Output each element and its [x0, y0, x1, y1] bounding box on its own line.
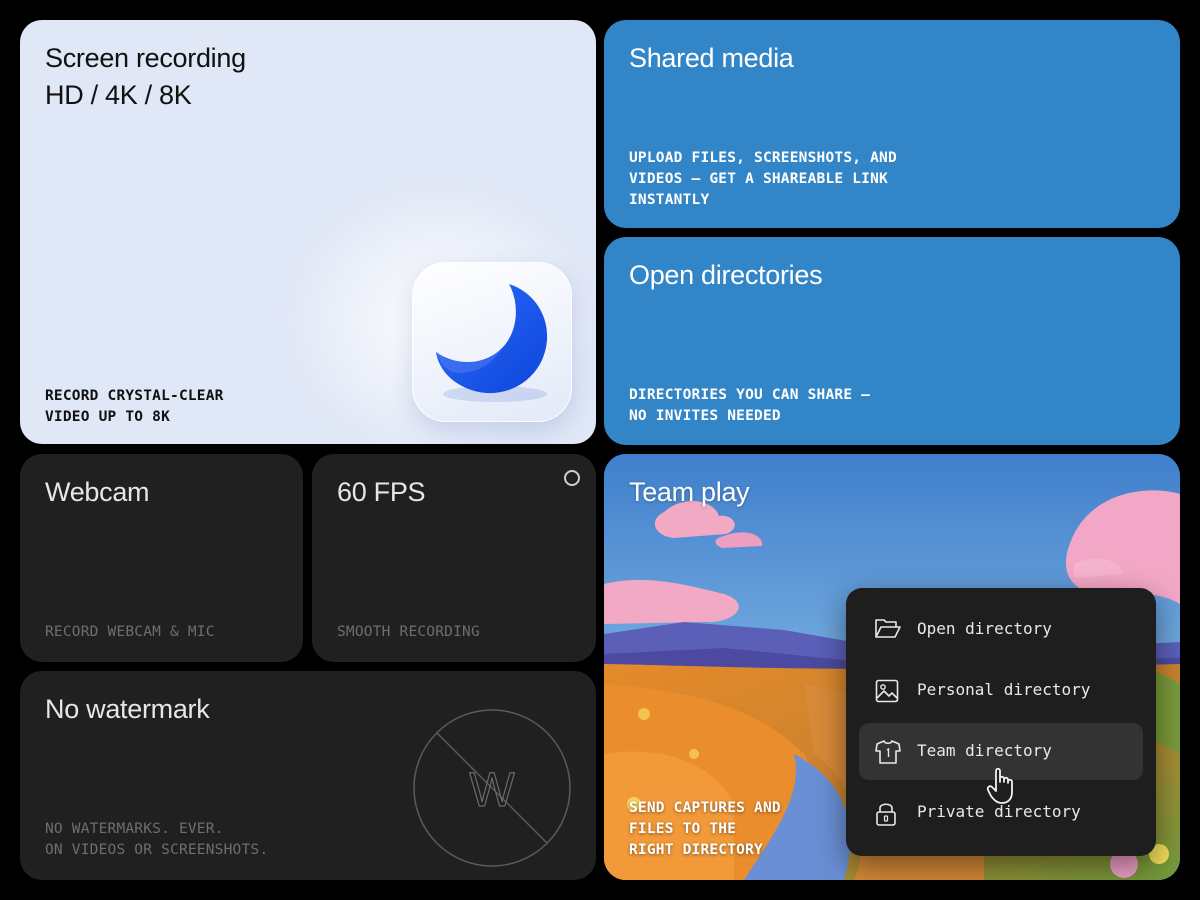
hand-pointer-icon [986, 767, 1013, 804]
no-watermark-card: No watermark NO WATERMARKS. EVER. ON VID… [20, 671, 596, 880]
app-icon [412, 262, 572, 422]
open-directories-description: DIRECTORIES YOU CAN SHARE — NO INVITES N… [629, 387, 871, 424]
webcam-card: Webcam RECORD WEBCAM & MIC [20, 454, 303, 662]
screen-recording-title: Screen recording HD / 4K / 8K [45, 43, 246, 110]
shared-media-card: Shared media UPLOAD FILES, SCREENSHOTS, … [604, 20, 1180, 228]
menu-item-label: Open directory [917, 619, 1052, 638]
directory-menu: Open directory Personal directory Team d… [846, 588, 1156, 856]
webcam-description: RECORD WEBCAM & MIC [45, 624, 215, 640]
fps-description: SMOOTH RECORDING [337, 624, 480, 640]
no-watermark-description: NO WATERMARKS. EVER. ON VIDEOS OR SCREEN… [45, 821, 269, 858]
menu-item-label: Personal directory [917, 680, 1091, 699]
menu-item-label: Team directory [917, 741, 1052, 760]
screen-recording-card: Screen recording HD / 4K / 8K RECORD CRY… [20, 20, 596, 444]
team-play-title: Team play [629, 477, 750, 507]
team-play-description: SEND CAPTURES AND FILES TO THE RIGHT DIR… [629, 800, 781, 858]
moon-icon [436, 284, 548, 402]
open-directories-title: Open directories [629, 260, 823, 290]
lock-icon [876, 803, 896, 826]
no-watermark-icon: W [413, 709, 571, 867]
screen-recording-description: RECORD CRYSTAL-CLEAR VIDEO UP TO 8K [45, 388, 224, 425]
image-icon [875, 679, 899, 703]
webcam-title: Webcam [45, 477, 150, 507]
fps-card: 60 FPS SMOOTH RECORDING [312, 454, 596, 662]
menu-item-open-directory[interactable]: Open directory [859, 601, 1143, 658]
shirt-icon [875, 740, 901, 764]
shared-media-description: UPLOAD FILES, SCREENSHOTS, AND VIDEOS — … [629, 150, 897, 208]
no-watermark-title: No watermark [45, 694, 210, 724]
record-indicator-icon [564, 470, 580, 486]
watermark-letter: W [469, 764, 515, 817]
shared-media-title: Shared media [629, 43, 794, 73]
folder-open-icon [875, 619, 901, 638]
fps-title: 60 FPS [337, 477, 426, 507]
team-play-card: Team play SEND CAPTURES AND FILES TO THE… [604, 454, 1180, 880]
menu-item-personal-directory[interactable]: Personal directory [859, 662, 1143, 719]
open-directories-card: Open directories DIRECTORIES YOU CAN SHA… [604, 237, 1180, 445]
